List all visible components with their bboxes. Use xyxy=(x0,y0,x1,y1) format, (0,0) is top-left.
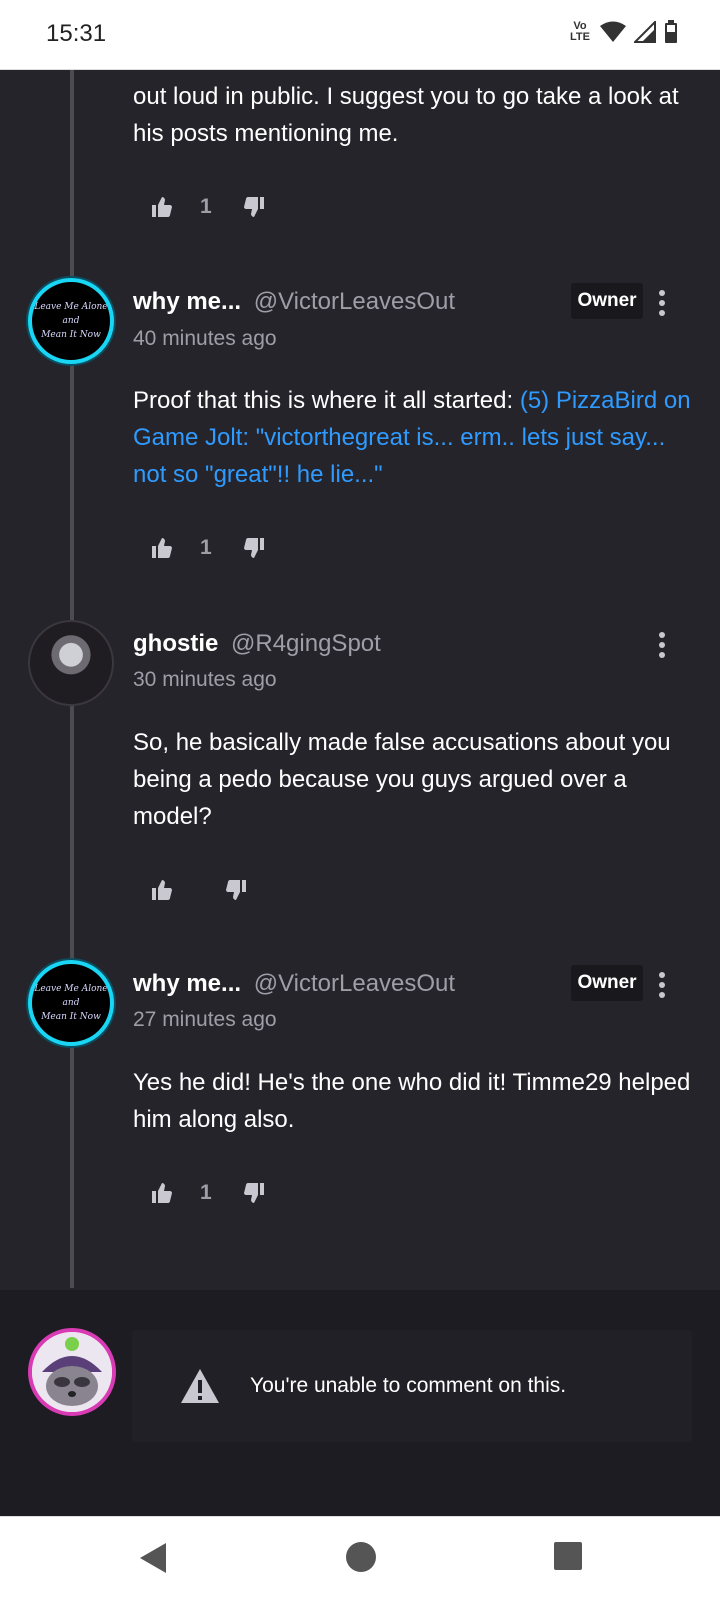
author-name[interactable]: why me... xyxy=(133,970,241,997)
author-line[interactable]: why me... @VictorLeavesOut xyxy=(133,288,455,316)
author-handle[interactable]: @R4gingSpot xyxy=(231,630,381,657)
comment-body: Proof that this is where it all started:… xyxy=(133,382,693,493)
thumbs-up-icon[interactable] xyxy=(150,536,174,560)
current-user-avatar[interactable] xyxy=(28,1328,116,1416)
battery-icon xyxy=(665,20,677,43)
avatar[interactable]: Leave Me Alone and Mean It Now xyxy=(28,960,114,1046)
author-line[interactable]: why me... @VictorLeavesOut xyxy=(133,970,455,998)
back-triangle-icon[interactable] xyxy=(138,1541,168,1575)
comment-timestamp[interactable]: 30 minutes ago xyxy=(133,668,277,692)
comment-body: So, he basically made false accusations … xyxy=(133,729,671,830)
avatar-scribble: Leave Me Alone and Mean It Now xyxy=(34,302,108,340)
thumbs-down-icon[interactable] xyxy=(242,195,266,219)
comment-body: Yes he did! He's the one who did it! Tim… xyxy=(133,1069,691,1133)
like-count: 1 xyxy=(200,195,212,218)
recents-square-icon[interactable] xyxy=(553,1541,583,1571)
vote-row: 1 xyxy=(150,533,266,563)
author-name[interactable]: ghostie xyxy=(133,630,218,657)
comment-body: out loud in public. I suggest you to go … xyxy=(133,83,679,147)
wifi-icon xyxy=(600,21,626,42)
raccoon-avatar-icon xyxy=(32,1332,112,1412)
home-circle-icon[interactable] xyxy=(345,1541,377,1573)
thumbs-down-icon[interactable] xyxy=(242,1181,266,1205)
vote-row: 1 xyxy=(150,1178,266,1208)
more-vert-icon[interactable] xyxy=(655,630,669,660)
system-nav-bar xyxy=(0,1516,720,1600)
like-count: 1 xyxy=(200,536,212,559)
status-time: 15:31 xyxy=(46,20,107,47)
avatar[interactable]: Leave Me Alone and Mean It Now xyxy=(28,278,114,364)
thumbs-up-icon[interactable] xyxy=(150,195,174,219)
author-handle[interactable]: @VictorLeavesOut xyxy=(254,288,455,315)
vote-row xyxy=(150,875,248,905)
signal-icon xyxy=(634,21,656,43)
vote-row: 1 xyxy=(150,192,266,222)
thumbs-up-icon[interactable] xyxy=(150,1181,174,1205)
owner-badge: Owner xyxy=(571,965,643,1001)
owner-badge: Owner xyxy=(571,283,643,319)
author-name[interactable]: why me... xyxy=(133,288,241,315)
like-count: 1 xyxy=(200,1181,212,1204)
author-line[interactable]: ghostie @R4gingSpot xyxy=(133,630,381,658)
avatar-scribble: Leave Me Alone and Mean It Now xyxy=(34,984,108,1022)
more-vert-icon[interactable] xyxy=(655,970,669,1000)
avatar[interactable] xyxy=(28,620,114,706)
comment-disabled-notice: You're unable to comment on this. xyxy=(132,1330,692,1442)
warning-icon xyxy=(181,1369,219,1403)
comment-timestamp[interactable]: 40 minutes ago xyxy=(133,327,277,351)
thumbs-down-icon[interactable] xyxy=(242,536,266,560)
thumbs-up-icon[interactable] xyxy=(150,878,174,902)
comment-text: Proof that this is where it all started: xyxy=(133,387,520,414)
more-vert-icon[interactable] xyxy=(655,288,669,318)
status-icons: Vo LTE xyxy=(568,20,678,44)
notice-text: You're unable to comment on this. xyxy=(250,1374,567,1397)
comment-feed[interactable]: out loud in public. I suggest you to go … xyxy=(0,70,720,1290)
comment-timestamp[interactable]: 27 minutes ago xyxy=(133,1008,277,1032)
status-bar: 15:31 Vo LTE xyxy=(0,0,720,70)
comment-composer: You're unable to comment on this. xyxy=(0,1290,720,1516)
thumbs-down-icon[interactable] xyxy=(224,878,248,902)
volte-icon: Vo LTE xyxy=(570,20,590,43)
author-handle[interactable]: @VictorLeavesOut xyxy=(254,970,455,997)
